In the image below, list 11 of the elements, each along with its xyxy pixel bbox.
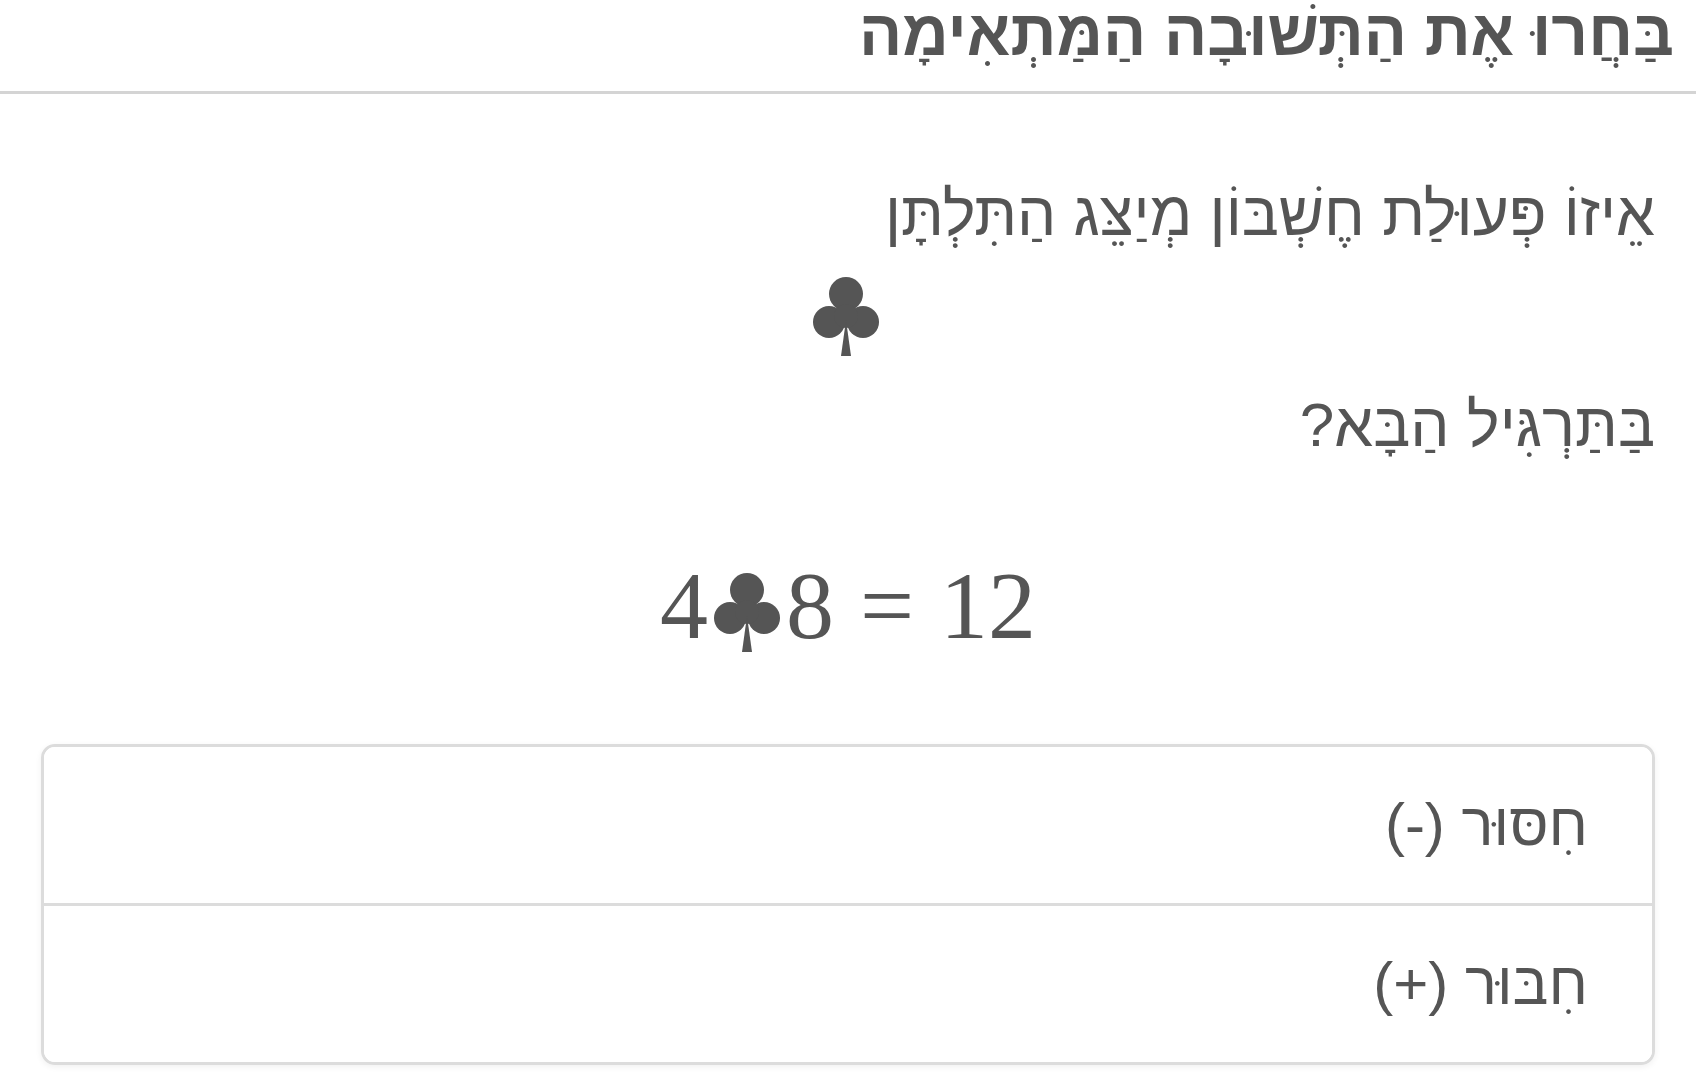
equation-number: 4 bbox=[659, 558, 708, 654]
page-title: בַּחֲרוּ אֶת הַתְּשׁוּבָה הַמַּתְאִימָה bbox=[859, 0, 1674, 71]
answer-option[interactable]: חִבּוּר (+) bbox=[44, 903, 1652, 1062]
question-text: בַּתַּרְגִּיל הַבָּא? bbox=[1298, 389, 1655, 461]
question-text: אֵיזוֹ פְּעוּלַת חֶשְׁבּוֹן מְיַצֵּג הַתִּלְתָּן bbox=[883, 178, 1655, 250]
club-icon bbox=[813, 276, 879, 356]
equals-sign: = bbox=[859, 558, 915, 654]
equation-number: 12 bbox=[940, 558, 1037, 654]
club-icon bbox=[713, 572, 780, 652]
equation-number: 8 bbox=[785, 558, 834, 654]
answer-option[interactable]: חִסּוּר (-) bbox=[44, 747, 1652, 903]
